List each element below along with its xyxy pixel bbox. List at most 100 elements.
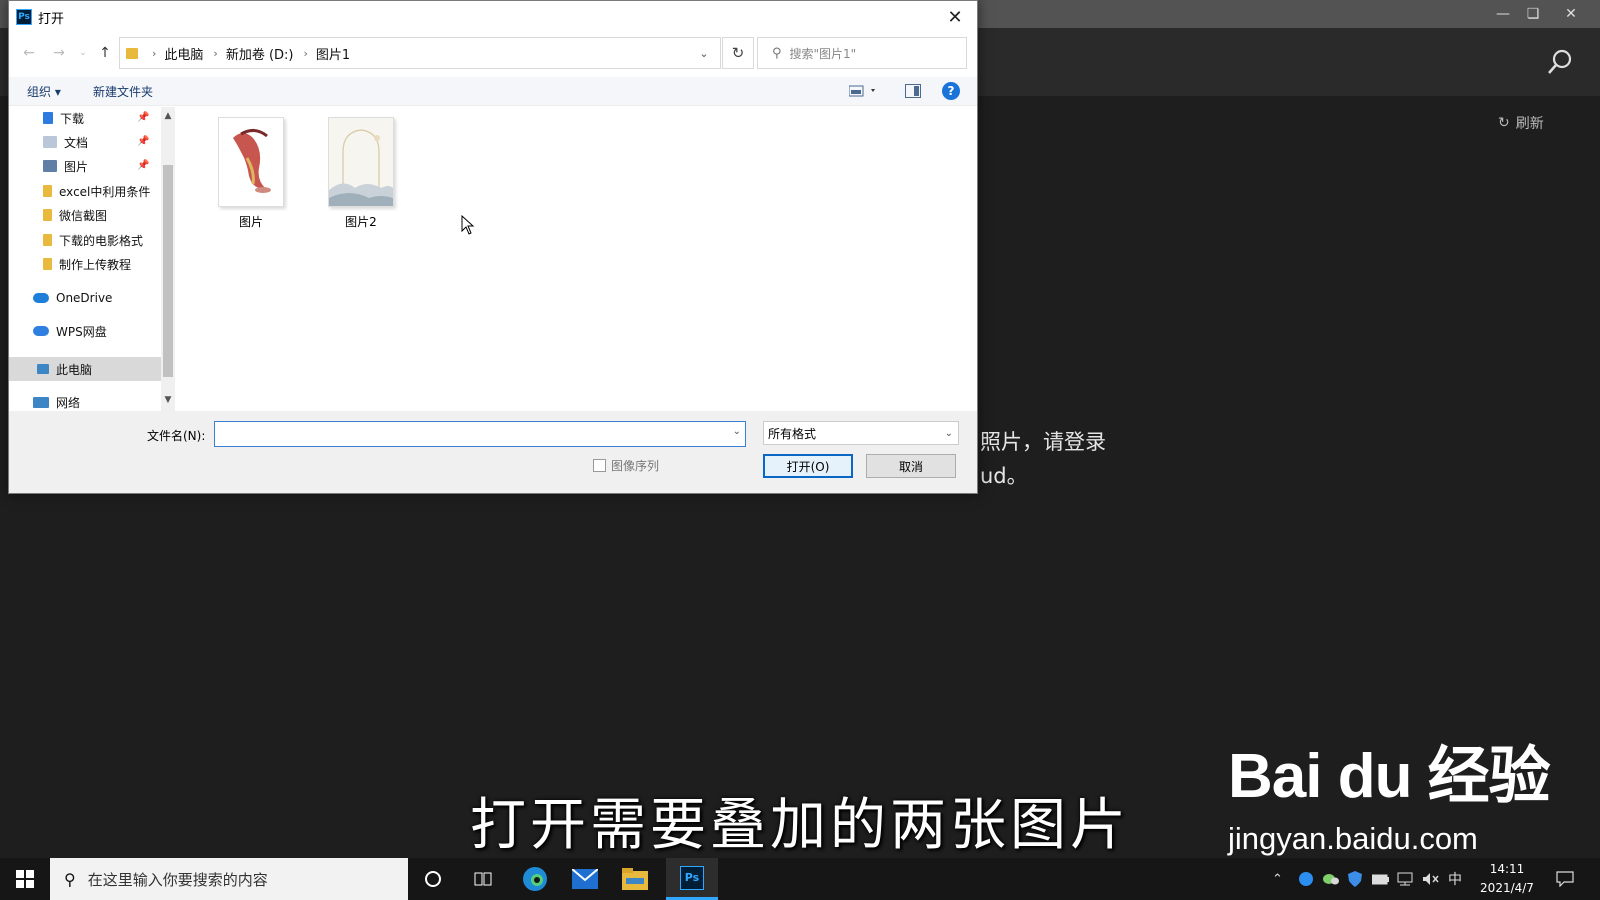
nav-item-folder[interactable]: 制作上传教程 [43,253,131,275]
cancel-button[interactable]: 取消 [866,454,956,478]
nav-item-wps[interactable]: WPS网盘 [33,320,107,342]
nav-item-pictures[interactable]: 图片 [43,155,88,177]
photoshop-logo-icon: Ps [16,9,32,25]
nav-item-label: 文档 [64,135,89,150]
folder-icon [43,185,52,197]
file-item[interactable]: 图片 [211,117,291,230]
nav-item-this-pc[interactable]: 此电脑 [37,358,92,380]
dialog-footer: 文件名(N): ⌄ 所有格式 ⌄ 图像序列 打开(O) 取消 [9,411,977,493]
forward-arrow-icon[interactable]: → [47,37,71,69]
nav-item-label: 网络 [56,395,81,410]
nav-item-label: 下载的电影格式 [59,233,144,248]
image-sequence-checkbox[interactable]: 图像序列 [593,457,659,474]
open-file-dialog: Ps 打开 ✕ ← → ⌄ ↑ › 此电脑 › 新加卷 (D:) › 图片1 ⌄… [8,0,978,494]
pictures-icon [43,160,57,172]
refresh-label: 刷新 [1515,116,1544,132]
windows-logo-icon [16,870,34,888]
taskbar-search-placeholder: 在这里输入你要搜索的内容 [87,870,268,889]
chevron-down-icon[interactable]: ⌄ [690,38,718,68]
preview-pane-icon[interactable] [905,77,921,105]
ps-login-message: 照片，请登录 ud。 [980,425,1106,493]
watermark-brand: Bai du 经验 [1228,742,1551,811]
folder-icon [43,209,52,221]
refresh-icon: ↻ [731,44,745,62]
folder-icon [126,47,138,59]
cortana-icon[interactable] [408,858,458,900]
new-folder-button[interactable]: 新建文件夹 [93,77,153,105]
recent-chevron-icon[interactable]: ⌄ [71,37,95,69]
help-icon[interactable]: ? [942,82,960,100]
file-name: 图片 [238,215,263,229]
nav-item-network[interactable]: 网络 [33,391,80,413]
ime-indicator[interactable]: 中 [1448,858,1462,900]
watermark-url: jingyan.baidu.com [1228,821,1478,856]
nav-item-label: excel中利用条件 [59,184,151,199]
notification-center-icon[interactable] [1556,858,1574,900]
up-arrow-icon[interactable]: ↑ [93,37,117,69]
task-view-icon[interactable] [458,858,508,900]
defender-icon[interactable] [1348,858,1362,900]
chevron-down-icon[interactable]: ⌄ [733,426,741,437]
nav-scrollbar[interactable]: ▲ ▼ [161,107,175,411]
refresh-link[interactable]: ↻ 刷新 [1498,113,1544,133]
file-type-select[interactable]: 所有格式 ⌄ [763,421,959,445]
restore-icon[interactable]: ❏ [1516,0,1550,28]
refresh-button[interactable]: ↻ [722,37,754,69]
refresh-icon: ↻ [1498,115,1510,131]
breadcrumb-separator: › [303,46,308,60]
nav-item-downloads[interactable]: 下载 [43,107,84,129]
back-arrow-icon[interactable]: ← [17,37,41,69]
search-icon[interactable] [1546,48,1576,78]
baidu-watermark: Bai du 经验 jingyan.baidu.com [1228,725,1551,856]
windows-taskbar: ⚲ 在这里输入你要搜索的内容 Ps ⌃ 中 14:11 2021/4/7 [0,858,1600,900]
nav-item-folder[interactable]: 微信截图 [43,204,107,226]
breadcrumb-drive-d[interactable]: 新加卷 (D:) [226,44,294,63]
checkbox-box [593,459,606,472]
folder-icon [43,258,52,270]
search-icon: ⚲ [64,869,76,889]
view-options-icon[interactable] [849,77,879,105]
organize-menu[interactable]: 组织 ▾ [27,77,61,105]
nav-item-folder[interactable]: excel中利用条件 [43,180,161,202]
pin-icon: 📌 [137,160,150,171]
breadcrumb-folder[interactable]: 图片1 [316,44,350,63]
nav-item-label: 图片 [64,159,89,174]
show-hidden-icons[interactable]: ⌃ [1272,858,1283,900]
minimize-icon[interactable]: — [1486,0,1520,28]
dialog-title: 打开 [38,11,65,27]
nav-item-onedrive[interactable]: OneDrive [33,287,112,309]
close-icon[interactable]: ✕ [1554,0,1588,28]
mail-icon[interactable] [560,858,610,900]
volume-muted-icon[interactable] [1422,858,1440,900]
address-bar[interactable]: › 此电脑 › 新加卷 (D:) › 图片1 ⌄ [119,37,721,69]
nav-item-documents[interactable]: 文档 [43,131,88,153]
search-icon: ⚲ [772,45,782,61]
taskbar-clock[interactable]: 14:11 2021/4/7 [1472,860,1542,898]
edge-browser-icon[interactable] [510,858,560,900]
network-icon[interactable] [1396,858,1414,900]
filename-label: 文件名(N): [147,429,206,443]
breadcrumb-separator: › [213,46,218,60]
file-explorer-icon[interactable] [610,858,660,900]
dialog-close-button[interactable]: ✕ [943,5,967,29]
scroll-down-icon[interactable]: ▼ [161,393,175,407]
chevron-down-icon: ⌄ [944,427,953,439]
file-item[interactable]: 图片2 [321,117,401,230]
filename-input[interactable]: ⌄ [214,421,746,447]
photoshop-taskbar-icon[interactable]: Ps [666,858,718,900]
nav-item-label: 下载 [60,111,85,126]
battery-icon[interactable] [1372,858,1390,900]
start-button[interactable] [0,858,50,900]
folder-icon [43,234,52,246]
taskbar-search-box[interactable]: ⚲ 在这里输入你要搜索的内容 [50,858,408,900]
file-list: 图片 图片2 [175,107,977,411]
folder-search-input[interactable]: ⚲ 搜索"图片1" [757,37,967,69]
security-shield-icon[interactable] [1298,858,1314,900]
breadcrumb-separator: › [152,46,157,60]
breadcrumb-this-pc[interactable]: 此电脑 [164,44,203,63]
wechat-icon[interactable] [1322,858,1340,900]
open-button[interactable]: 打开(O) [763,454,853,478]
scrollbar-thumb[interactable] [163,165,173,377]
nav-item-folder[interactable]: 下载的电影格式 [43,229,143,251]
scroll-up-icon[interactable]: ▲ [161,109,175,123]
